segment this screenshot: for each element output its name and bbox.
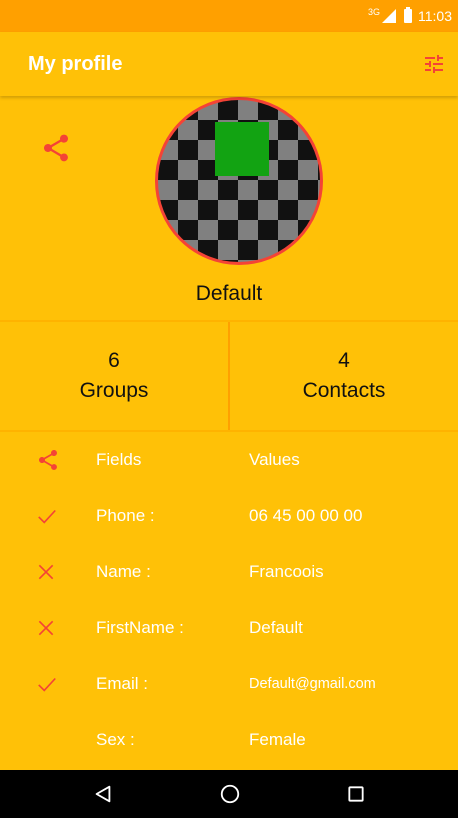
contacts-count: 4 (338, 349, 350, 372)
profile-header: Default (0, 96, 458, 320)
clock: 11:03 (418, 8, 452, 24)
profile-name: Default (195, 282, 263, 305)
groups-stat[interactable]: 6 Groups (0, 322, 228, 430)
groups-count: 6 (108, 349, 120, 372)
page-title: My profile (28, 52, 123, 75)
field-value: Default (249, 618, 303, 637)
network-type: 3G (367, 7, 380, 17)
field-label: FirstName : (96, 618, 184, 637)
fields-list: Fields Values Phone : 06 45 00 00 00 Nam… (0, 432, 458, 768)
field-value: Default@gmail.com (249, 676, 376, 692)
field-label: Sex : (96, 730, 135, 749)
navigation-bar (0, 770, 458, 818)
fields-header: Fields (96, 450, 142, 469)
recents-icon[interactable] (346, 784, 366, 804)
field-value: Female (249, 730, 306, 749)
field-label: Phone : (96, 506, 155, 525)
field-row-email[interactable]: Email : Default@gmail.com (0, 656, 458, 712)
contacts-label: Contacts (302, 379, 386, 402)
tune-icon[interactable] (422, 52, 446, 76)
status-bar: 3G 11:03 (0, 0, 458, 32)
close-icon (38, 564, 54, 580)
groups-label: Groups (79, 379, 149, 402)
stats-panel: 6 Groups 4 Contacts (0, 320, 458, 432)
field-row-name[interactable]: Name : Francoois (0, 544, 458, 600)
share-icon[interactable] (40, 132, 72, 164)
fields-header-row: Fields Values (0, 432, 458, 488)
home-icon[interactable] (219, 783, 241, 805)
avatar-square (215, 122, 269, 176)
check-icon (38, 509, 56, 524)
avatar[interactable] (155, 97, 323, 265)
battery-icon (404, 7, 412, 23)
field-row-firstname[interactable]: FirstName : Default (0, 600, 458, 656)
close-icon (38, 620, 54, 636)
field-row-sex[interactable]: Sex : Female (0, 712, 458, 768)
field-label: Name : (96, 562, 151, 581)
field-value: Francoois (249, 562, 324, 581)
field-label: Email : (96, 674, 148, 693)
back-icon[interactable] (92, 783, 114, 805)
share-icon[interactable] (36, 448, 60, 472)
app-bar: My profile (0, 32, 458, 96)
field-row-phone[interactable]: Phone : 06 45 00 00 00 (0, 488, 458, 544)
signal-icon (382, 9, 396, 23)
check-icon (38, 677, 56, 692)
field-value: 06 45 00 00 00 (249, 506, 363, 525)
values-header: Values (249, 450, 300, 469)
contacts-stat[interactable]: 4 Contacts (228, 322, 458, 430)
